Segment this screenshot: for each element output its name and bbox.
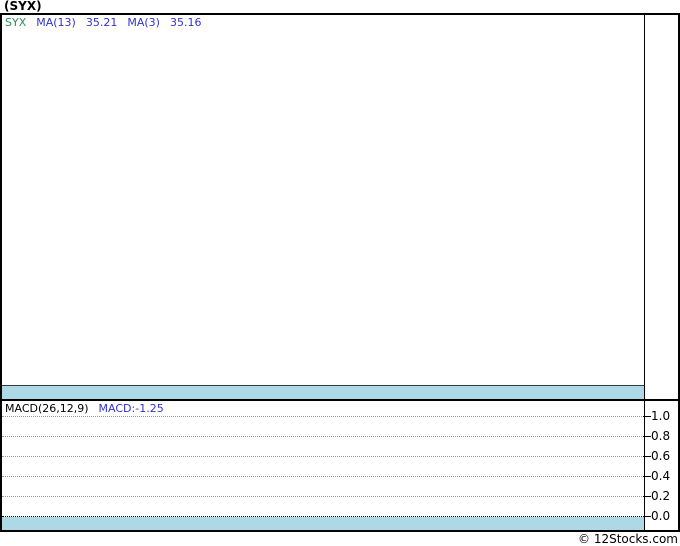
site-credit: © 12Stocks.com xyxy=(578,532,678,546)
price-chart-panel: SYX MA(13) 35.21 MA(3) 35.16 xyxy=(0,13,680,401)
ticker-label: SYX xyxy=(5,16,27,29)
tick-mark-0-4 xyxy=(643,476,651,477)
y-tick-label: 0.4 xyxy=(651,469,671,483)
tick-mark-0-2 xyxy=(643,496,651,497)
ma3-value: 35.16 xyxy=(169,16,202,29)
y-tick-label: 0.8 xyxy=(651,429,671,443)
gridline-0-2 xyxy=(2,496,644,497)
macd-indicator-label: MACD(26,12,9) xyxy=(5,402,89,415)
macd-legend: MACD(26,12,9) MACD:-1.25 xyxy=(5,403,174,415)
page-title: (SYX) xyxy=(4,0,42,13)
y-tick-label: 0.0 xyxy=(651,509,671,523)
y-tick-label: 0.6 xyxy=(651,449,671,463)
macd-y-axis-line xyxy=(644,401,645,530)
macd-highlight-band xyxy=(2,517,644,530)
tick-mark-0-0 xyxy=(643,516,651,517)
gridline-0-6 xyxy=(2,456,644,457)
gridline-0-8 xyxy=(2,436,644,437)
tick-mark-0-8 xyxy=(643,436,651,437)
ma13-value: 35.21 xyxy=(85,16,118,29)
y-tick-label: 0.2 xyxy=(651,489,671,503)
ma13-label: MA(13) xyxy=(36,16,76,29)
gridline-0-4 xyxy=(2,476,644,477)
y-tick-label: 1.0 xyxy=(651,409,671,423)
chart-page: (SYX) SYX MA(13) 35.21 MA(3) 35.16 MACD(26,1… xyxy=(0,0,680,546)
macd-value-label: MACD:-1.25 xyxy=(98,402,164,415)
macd-chart-panel: MACD(26,12,9) MACD:-1.25 1.0 0.8 0.6 0.4 … xyxy=(0,399,680,532)
gridline-1-0 xyxy=(2,416,644,417)
tick-mark-0-6 xyxy=(643,456,651,457)
ma3-label: MA(3) xyxy=(127,16,160,29)
price-legend: SYX MA(13) 35.21 MA(3) 35.16 xyxy=(5,17,211,29)
price-highlight-band xyxy=(2,385,644,399)
tick-mark-1-0 xyxy=(643,416,651,417)
price-y-axis-line xyxy=(644,15,645,399)
